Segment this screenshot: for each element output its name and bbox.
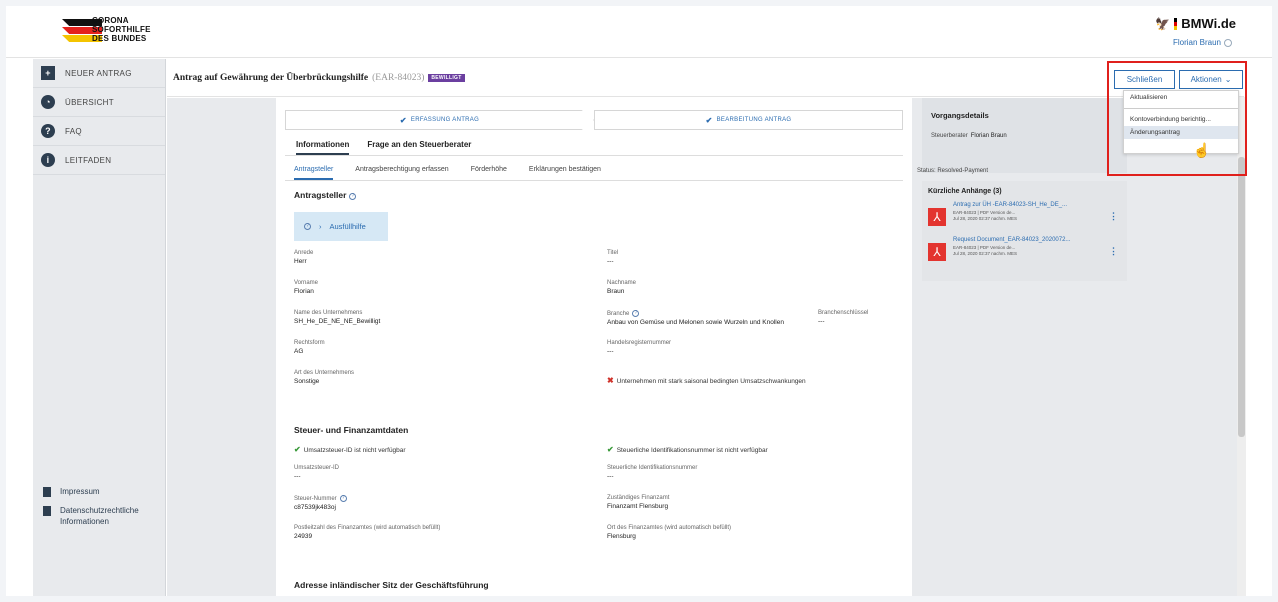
cross-icon: ✖ [607,376,614,385]
sidebar-item-neuer-antrag[interactable]: + NEUER ANTRAG [33,59,165,88]
field-rechtsform: Rechtsform AG [294,340,325,355]
sidebar-item-label: NEUER ANTRAG [65,68,132,78]
field-ort: Ort des Finanzamtes (wird automatisch be… [607,525,732,540]
field-branche: Branche? Anbau von Gemüse und Melonen so… [607,310,784,326]
chevron-right-icon: › [319,222,322,231]
logo-line-2: SOFORTHILFE [92,25,151,34]
attachment-item[interactable]: ⅄ Antrag zur ÜH -EAR-84023-SH_He_DE_... … [928,202,1122,232]
help-icon[interactable]: ? [349,193,357,200]
field-vorname: Vorname Florian [294,280,319,295]
logo-line-3: DES BUNDES [92,34,147,43]
scrollbar-thumb[interactable] [1238,157,1245,437]
sidebar-item-label: FAQ [65,126,82,136]
ministry-logo[interactable]: 🦅 BMWi.de [1155,16,1236,31]
user-name: Florian Braun [1172,38,1221,47]
check-icon: ✔ [294,445,301,454]
field-nachname: Nachname Braun [607,280,637,295]
more-options-icon[interactable]: ⋮ [1109,211,1118,222]
case-status: Status: Resolved-Payment [917,168,989,174]
field-finanzamt: Zuständiges Finanzamt Finanzamt Flensbur… [607,495,670,510]
user-icon [1224,38,1232,47]
help-icon[interactable]: ? [632,310,640,317]
field-handelsregister: Handelsregisternummer --- [607,340,672,355]
tab-antragsteller[interactable]: Antragsteller [294,166,334,180]
tab-frage-steuerberater[interactable]: Frage an den Steuerberater [367,140,471,155]
info-icon: i [41,153,55,167]
check-ustid: ✔ Umsatzsteuer-ID ist nicht verfügbar [294,445,406,454]
step-erfassung: ✔ ERFASSUNG ANTRAG [285,110,594,130]
ministry-name: BMWi.de [1181,16,1236,31]
vorgangsdetails-panel: Vorgangsdetails Steuerberater Florian Bra… [922,98,1127,173]
field-titel: Titel --- [607,250,619,265]
field-anrede: Anrede Herr [294,250,314,265]
tab-erklaerungen[interactable]: Erklärungen bestätigen [529,166,601,180]
document-icon [43,487,51,497]
check-icon: ✔ [399,115,407,125]
field-plz: Postleitzahl des Finanzamtes (wird autom… [294,525,441,540]
sidebar-item-faq[interactable]: ? FAQ [33,117,165,146]
section-title-adresse: Adresse inländischer Sitz der Geschäftsf… [294,580,489,590]
application-card: ✔ ERFASSUNG ANTRAG ✔ BEARBEITUNG ANTRAG … [276,98,912,596]
case-id: (EAR-84023) [372,73,425,83]
more-options-icon[interactable]: ⋮ [1109,246,1118,257]
field-branchenschluessel: Branchenschlüssel --- [818,310,869,325]
corona-soforthilfe-logo[interactable]: CORONA SOFORTHILFE DES BUNDES [62,14,182,52]
field-steuernummer: Steuer-Nummer? c87539jk483oj [294,495,347,511]
highlight-box [1107,61,1247,176]
logo-line-1: CORONA [92,16,129,25]
tab-informationen[interactable]: Informationen [296,140,350,155]
user-menu[interactable]: Florian Braun [1173,38,1232,47]
federal-eagle-icon: 🦅 [1155,16,1171,31]
app-header: CORONA SOFORTHILFE DES BUNDES 🦅 BMWi.de … [6,6,1272,58]
seasonal-note: ✖ Unternehmen mit stark saisonal bedingte… [607,376,806,385]
sidebar: + NEUER ANTRAG ◔ ÜBERSICHT ? FAQ i LEITF… [33,59,166,596]
page-title-bar: Antrag auf Gewährung der Überbrückungshi… [167,59,1244,97]
section-title-steuer: Steuer- und Finanzamtdaten [294,425,409,435]
question-icon: ? [41,124,55,138]
status-badge: BEWILLIGT [428,74,465,82]
sidebar-item-uebersicht[interactable]: ◔ ÜBERSICHT [33,88,165,117]
sidebar-item-label: ÜBERSICHT [65,97,114,107]
datenschutz-link[interactable]: Datenschutzrechtliche Informationen [43,505,152,527]
sidebar-item-label: LEITFADEN [65,155,112,165]
app-frame: CORONA SOFORTHILFE DES BUNDES 🦅 BMWi.de … [6,6,1272,596]
field-ustid: Umsatzsteuer-ID --- [294,465,340,480]
help-icon[interactable]: ? [339,495,347,502]
steuerberater-info: Steuerberater Florian Braun [931,133,1007,139]
tab-foerderhoehe[interactable]: Förderhöhe [471,166,507,180]
page-title: Antrag auf Gewährung der Überbrückungshi… [173,73,465,83]
sidebar-item-leitfaden[interactable]: i LEITFADEN [33,146,165,175]
plus-icon: + [41,66,55,80]
pdf-icon: ⅄ [928,243,946,261]
attachment-item[interactable]: ⅄ Request Document_EAR-84023_2020072... … [928,237,1122,267]
main-content: ✔ ERFASSUNG ANTRAG ✔ BEARBEITUNG ANTRAG … [167,98,1237,596]
main-tabs: Informationen Frage an den Steuerberater [296,140,471,155]
sub-tabs: Antragsteller Antragsberechtigung erfass… [285,166,903,181]
pdf-icon: ⅄ [928,208,946,226]
vorgang-title: Vorgangsdetails [931,111,989,120]
field-art: Art des Unternehmens Sonstige [294,370,355,385]
document-icon [43,506,51,516]
step-bearbeitung: ✔ BEARBEITUNG ANTRAG [594,110,903,130]
overview-icon: ◔ [41,95,55,109]
field-unternehmen: Name des Unternehmens SH_He_DE_NE_NE_Bew… [294,310,381,325]
attachments-panel: Kürzliche Anhänge (3) ⅄ Antrag zur ÜH -E… [922,181,1127,281]
field-steuerid: Steuerliche Identifikationsnummer --- [607,465,698,480]
check-steuerid: ✔ Steuerliche Identifikationsnummer ist n… [607,445,768,454]
tab-antragsberechtigung[interactable]: Antragsberechtigung erfassen [355,166,448,180]
german-flag-icon [1174,17,1178,30]
ausfuellhilfe-button[interactable]: ? › Ausfüllhilfe [294,212,388,241]
check-icon: ✔ [607,445,614,454]
help-icon: ? [304,223,311,230]
progress-steps: ✔ ERFASSUNG ANTRAG ✔ BEARBEITUNG ANTRAG [285,110,903,130]
attachments-title: Kürzliche Anhänge (3) [928,188,1002,195]
section-title-antragsteller: Antragsteller? [294,190,357,200]
impressum-link[interactable]: Impressum [43,486,152,497]
divider [285,155,903,156]
check-icon: ✔ [705,115,713,125]
